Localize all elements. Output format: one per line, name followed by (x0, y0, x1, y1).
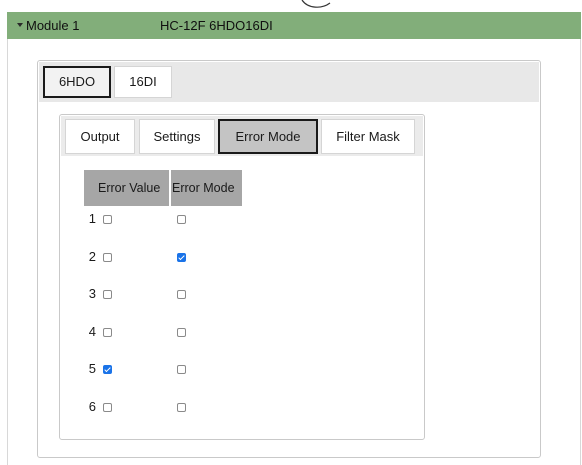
error-mode-panel (59, 114, 425, 440)
tab-error-mode[interactable]: Error Mode (218, 119, 318, 154)
row-number: 2 (88, 248, 96, 264)
module-name: Module 1 (26, 18, 80, 33)
top-decoration (301, 0, 331, 8)
error-value-checkbox[interactable] (103, 327, 112, 337)
error-value-checkbox[interactable] (103, 402, 112, 412)
error-value-checkbox[interactable] (103, 215, 112, 224)
error-value-checkbox[interactable] (103, 252, 112, 262)
table-header-index (84, 170, 96, 206)
tab-16di[interactable]: 16DI (114, 66, 172, 98)
row-number: 1 (88, 211, 96, 226)
error-mode-checkbox[interactable] (177, 402, 186, 412)
table-header-error-mode: Error Mode (171, 170, 242, 206)
error-mode-checkbox[interactable] (177, 215, 186, 224)
tab-filter-mask[interactable]: Filter Mask (321, 119, 415, 154)
table-header-error-value: Error Value (96, 170, 169, 206)
row-number: 6 (88, 398, 96, 414)
module-header[interactable]: Module 1 HC-12F 6HDO16DI (7, 12, 581, 39)
error-mode-checkbox[interactable] (177, 252, 186, 262)
row-number: 4 (88, 323, 96, 339)
error-mode-checkbox[interactable] (177, 327, 186, 337)
tab-6hdo[interactable]: 6HDO (43, 66, 111, 98)
error-value-checkbox[interactable] (103, 290, 112, 299)
error-mode-checkbox[interactable] (177, 290, 186, 299)
row-number: 3 (88, 286, 96, 301)
tab-settings[interactable]: Settings (139, 119, 215, 154)
error-value-checkbox[interactable] (103, 365, 112, 374)
tab-output[interactable]: Output (65, 119, 135, 154)
collapse-caret-icon[interactable] (17, 23, 23, 27)
module-model: HC-12F 6HDO16DI (160, 18, 273, 33)
error-mode-checkbox[interactable] (177, 365, 186, 374)
row-number: 5 (88, 361, 96, 376)
